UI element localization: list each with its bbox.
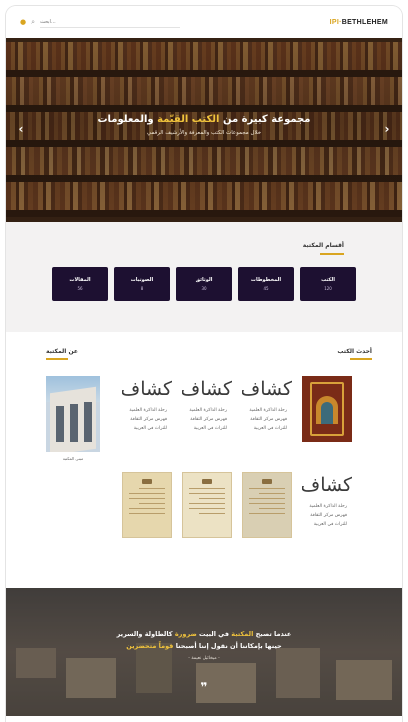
card-label: الصوتيات [130, 277, 154, 283]
sections-title: أقسام المكتبة [302, 242, 344, 249]
site-logo[interactable]: IPI·BETHLEHEM [330, 19, 388, 26]
cover-line: فهرس مركز الثقافة [310, 513, 347, 518]
quote-highlight: قوماً متحضرين [126, 642, 174, 650]
book-card[interactable] [182, 472, 232, 538]
latest-books-underline [350, 358, 372, 360]
hero-title: مجموعة كبيرة من الكتب القيّمة والمعلومات [6, 114, 402, 125]
cover-line: رحلة الذاكرة العلمية [129, 408, 167, 413]
hero-caption: مجموعة كبيرة من الكتب القيّمة والمعلومات… [6, 114, 402, 136]
section-card-documents[interactable]: الوثائق 30 [176, 267, 232, 301]
card-label: الكتب [321, 277, 335, 283]
hero-subtitle: خلال مجموعات الكتب والمعرفة والأرشيف الر… [146, 130, 262, 136]
book-cover-old-edition [302, 376, 352, 442]
book-card[interactable] [302, 376, 352, 442]
app-frame: ● ⌕ IPI·BETHLEHEM مجموعة كبيرة من الكتب … [6, 6, 402, 722]
card-count: 56 [77, 286, 83, 291]
sections-title-underline [320, 253, 344, 255]
quote-highlight: المكتبة [231, 630, 254, 638]
user-icon[interactable]: ● [20, 18, 26, 26]
book-card[interactable]: كشاف رحلة الذاكرة العلمية فهرس مركز الثق… [302, 472, 352, 538]
card-count: 120 [324, 286, 332, 291]
cover-text: رحلة الذاكرة العلمية فهرس مركز الثقافة ل… [302, 498, 352, 529]
library-sections: أقسام المكتبة الكتب 120 المخطوطات 45 الو… [6, 222, 402, 332]
cover-title: كشاف [302, 474, 352, 496]
book-cover-manuscript [122, 472, 172, 538]
latest-books-section: أحدث الكتب عن المكتبة كشاف رحلة الذاكرة … [6, 332, 402, 588]
cover-line: فهرس مركز الثقافة [190, 417, 227, 422]
cover-title: كشاف [122, 378, 172, 400]
quote-highlight: ضرورة [174, 630, 197, 638]
cover-line: للتراث في العربية [193, 426, 227, 431]
cover-title: كشاف [182, 378, 232, 400]
quote-banner: عندما تصبح المكتبة في البيت ضرورة كالطاو… [6, 588, 402, 716]
slider-prev-arrow-icon[interactable]: ‹ [12, 120, 30, 138]
card-label: الوثائق [195, 277, 213, 283]
library-building-photo [46, 376, 100, 452]
section-card-books[interactable]: الكتب 120 [300, 267, 356, 301]
cover-text: رحلة الذاكرة العلمية فهرس مركز الثقافة ل… [182, 402, 232, 433]
cover-text: رحلة الذاكرة العلمية فهرس مركز الثقافة ل… [242, 402, 292, 433]
latest-books-title: أحدث الكتب [337, 348, 372, 355]
quote-mark-icon: ❞ [200, 680, 208, 694]
cover-text: رحلة الذاكرة العلمية فهرس مركز الثقافة ل… [122, 402, 172, 433]
book-card[interactable]: كشاف رحلة الذاكرة العلمية فهرس مركز الثق… [122, 376, 172, 442]
cover-title: كشاف [242, 378, 292, 400]
section-cards: الكتب 120 المخطوطات 45 الوثائق 30 الصوتي… [6, 267, 402, 301]
card-label: المخطوطات [250, 277, 282, 283]
section-card-audio[interactable]: الصوتيات 8 [114, 267, 170, 301]
library-photo-caption: مبنى المكتبة [62, 456, 84, 461]
search-input[interactable] [40, 16, 181, 28]
card-count: 30 [201, 286, 207, 291]
quote-part: في البيت [196, 630, 232, 638]
slider-next-arrow-icon[interactable]: › [378, 120, 396, 138]
hero-title-start: مجموعة كبيرة من [219, 114, 311, 125]
card-count: 8 [140, 286, 144, 291]
book-cover-kashshaf: كشاف رحلة الذاكرة العلمية فهرس مركز الثق… [182, 376, 232, 442]
book-card[interactable]: كشاف رحلة الذاكرة العلمية فهرس مركز الثق… [242, 376, 292, 442]
book-card[interactable] [242, 472, 292, 538]
hero-slider: مجموعة كبيرة من الكتب القيّمة والمعلومات… [6, 38, 402, 222]
book-cover-manuscript [182, 472, 232, 538]
about-library-title: عن المكتبة [46, 348, 78, 355]
book-card[interactable] [122, 472, 172, 538]
book-cover-kashshaf: كشاف رحلة الذاكرة العلمية فهرس مركز الثق… [242, 376, 292, 442]
cover-line: رحلة الذاكرة العلمية [309, 504, 347, 509]
section-card-articles[interactable]: المقالات 56 [52, 267, 108, 301]
quote-text: عندما تصبح المكتبة في البيت ضرورة كالطاو… [36, 628, 372, 665]
site-header: ● ⌕ IPI·BETHLEHEM [6, 6, 402, 38]
cover-line: رحلة الذاكرة العلمية [249, 408, 287, 413]
logo-prefix: IPI [329, 18, 340, 26]
search-icon[interactable]: ⌕ [31, 18, 35, 26]
cover-line: للتراث في العربية [253, 426, 287, 431]
book-cover-kashshaf: كشاف رحلة الذاكرة العلمية فهرس مركز الثق… [302, 472, 352, 538]
card-label: المقالات [69, 277, 91, 283]
logo-name: BETHLEHEM [341, 18, 388, 26]
search-bar: ● ⌕ [20, 16, 181, 28]
quote-part: عندما تصبح [253, 630, 292, 638]
cover-line: فهرس مركز الثقافة [250, 417, 287, 422]
quote-author: - ميخائيل نعيمة - [188, 656, 220, 661]
quote-part: كالطاولة والسرير [116, 630, 175, 638]
book-cover-manuscript [242, 472, 292, 538]
cover-line: للتراث في العربية [133, 426, 167, 431]
card-count: 45 [263, 286, 269, 291]
hero-title-highlight: الكتب القيّمة [157, 114, 220, 125]
book-card[interactable]: كشاف رحلة الذاكرة العلمية فهرس مركز الثق… [182, 376, 232, 442]
cover-line: فهرس مركز الثقافة [130, 417, 167, 422]
quote-part: حينها بإمكاننا أن نقول إننا أصبحنا [173, 642, 282, 650]
section-card-manuscripts[interactable]: المخطوطات 45 [238, 267, 294, 301]
book-cover-kashshaf: كشاف رحلة الذاكرة العلمية فهرس مركز الثق… [122, 376, 172, 442]
about-library-underline [46, 358, 68, 360]
hero-title-end: والمعلومات [97, 114, 158, 125]
cover-line: للتراث في العربية [313, 522, 347, 527]
cover-line: رحلة الذاكرة العلمية [189, 408, 227, 413]
